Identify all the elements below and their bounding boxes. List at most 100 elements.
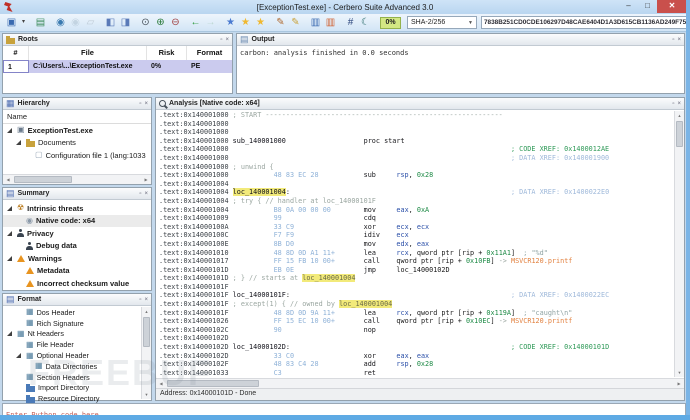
- tree-item[interactable]: Privacy: [3, 227, 151, 240]
- scroll-up-icon[interactable]: ▲: [142, 307, 151, 316]
- float-panel-icon[interactable]: ▫: [139, 99, 141, 109]
- scroll-thumb[interactable]: [167, 380, 259, 387]
- expander-icon[interactable]: [7, 331, 12, 337]
- roots-panel-header[interactable]: Roots ▫ ×: [3, 34, 232, 46]
- format-panel-header[interactable]: ▤ Format ▫ ×: [3, 294, 151, 306]
- tree-item[interactable]: ▦ Nt Headers: [3, 329, 141, 340]
- tree-item[interactable]: Import Directory: [3, 383, 141, 394]
- disasm-line[interactable]: .text:0x140001004 ; try { // handler at …: [159, 197, 673, 206]
- carbon-icon[interactable]: ☾: [359, 16, 372, 29]
- search-minus-icon[interactable]: ⊖: [169, 16, 182, 29]
- expander-icon[interactable]: [16, 140, 21, 146]
- disasm-line[interactable]: .text:0x14000102D loc_14000102D: ; CODE …: [159, 343, 673, 352]
- expander-icon[interactable]: [7, 205, 12, 211]
- hierarchy-hscrollbar[interactable]: ◀ ▶: [3, 174, 151, 184]
- tree-item[interactable]: Warnings: [3, 252, 151, 265]
- float-panel-icon[interactable]: ▫: [672, 99, 674, 109]
- disasm-line[interactable]: .text:0x140001033 C3 ret: [159, 369, 673, 377]
- disasm-line[interactable]: .text:0x140001010 48 8D 0D A1 11+ lea rc…: [159, 249, 673, 258]
- scroll-track[interactable]: [13, 175, 141, 184]
- tree-item[interactable]: ▦ Optional Header: [3, 350, 141, 361]
- disasm-line[interactable]: .text:0x14000101F: [159, 283, 673, 292]
- disasm-line[interactable]: .text:0x14000100A 33 C9 xor ecx, ecx: [159, 223, 673, 232]
- analysis-hscrollbar[interactable]: ◀ ▶: [156, 378, 684, 388]
- save-icon[interactable]: ▣: [5, 16, 18, 29]
- col-format[interactable]: Format: [187, 46, 232, 60]
- format-vscrollbar[interactable]: ▲ ▼: [141, 307, 151, 399]
- close-button[interactable]: ✕: [657, 0, 687, 13]
- disasm-line[interactable]: .text:0x14000102F 48 83 C4 28 add rsp, 0…: [159, 360, 673, 369]
- hierarchy-column-header[interactable]: Name: [3, 110, 151, 124]
- disasm-line[interactable]: .text:0x140001004 loc_140001004: ; DATA …: [159, 188, 673, 197]
- col-risk[interactable]: Risk: [147, 46, 187, 60]
- entry-points-icon[interactable]: #: [344, 16, 357, 29]
- report-icon[interactable]: ▤: [34, 16, 47, 29]
- disasm-line[interactable]: .text:0x14000102D 33 C0 xor eax, eax: [159, 352, 673, 361]
- scroll-track[interactable]: [142, 316, 151, 390]
- disasm-line[interactable]: .text:0x140001000 48 83 EC 28 sub rsp, 0…: [159, 171, 673, 180]
- disasm-line[interactable]: .text:0x140001000 ; START --------------…: [159, 111, 673, 120]
- save-caret-icon[interactable]: ▾: [20, 16, 27, 29]
- bookmark-blue-icon[interactable]: ★: [224, 16, 237, 29]
- disasm-line[interactable]: .text:0x140001009 99 cdq: [159, 214, 673, 223]
- disasm-line[interactable]: .text:0x14000100C F7 F9 idiv ecx: [159, 231, 673, 240]
- tree-item[interactable]: ☢ Intrinsic threats: [3, 202, 151, 215]
- disasm-line[interactable]: .text:0x140001017 FF 15 FB 10 00+ call q…: [159, 257, 673, 266]
- tree-item[interactable]: Incorrect checksum value: [3, 277, 151, 290]
- disasm-line[interactable]: .text:0x14000100E 8B D0 mov edx, eax: [159, 240, 673, 249]
- tree-item[interactable]: ▢ Configuration file 1 (lang:1033: [3, 149, 151, 162]
- tree-item[interactable]: ▣ ExceptionTest.exe: [3, 124, 151, 137]
- maximize-button[interactable]: □: [638, 0, 657, 13]
- close-panel-icon[interactable]: ×: [677, 35, 681, 45]
- chart-alt-icon[interactable]: ▥: [324, 16, 337, 29]
- disasm-line[interactable]: .text:0x140001004 B8 0A 00 00 00 mov eax…: [159, 206, 673, 215]
- disasm-line[interactable]: .text:0x140001000: [159, 128, 673, 137]
- close-panel-icon[interactable]: ×: [677, 99, 681, 109]
- panel-left-icon[interactable]: ◧: [104, 16, 117, 29]
- float-panel-icon[interactable]: ▫: [220, 35, 222, 45]
- bookmark-icon[interactable]: ★: [239, 16, 252, 29]
- disasm-line[interactable]: .text:0x14000102D: [159, 334, 673, 343]
- disasm-line[interactable]: .text:0x14000101D EB 0E jmp loc_14000102…: [159, 266, 673, 275]
- expander-icon[interactable]: [7, 255, 12, 261]
- highlight-icon[interactable]: ✎: [274, 16, 287, 29]
- scroll-left-icon[interactable]: ◀: [3, 177, 13, 182]
- disasm-line[interactable]: .text:0x140001000 ; DATA XREF: 0x1400019…: [159, 154, 673, 163]
- hash-algo-select[interactable]: SHA-2/256 ▼: [407, 16, 477, 29]
- expander-icon[interactable]: [7, 230, 12, 236]
- scroll-down-icon[interactable]: ▼: [675, 368, 684, 377]
- close-panel-icon[interactable]: ×: [144, 99, 148, 109]
- scroll-right-icon[interactable]: ▶: [141, 177, 151, 182]
- scroll-thumb[interactable]: [676, 121, 683, 147]
- chart-icon[interactable]: ▥: [309, 16, 322, 29]
- tree-item[interactable]: ▦ Data Directories: [3, 361, 141, 372]
- tree-item[interactable]: ◉ Native code: x64: [3, 214, 151, 227]
- disasm-line[interactable]: .text:0x140001004: [159, 180, 673, 189]
- tree-item[interactable]: ▦ File Header: [3, 339, 141, 350]
- float-panel-icon[interactable]: ▫: [139, 295, 141, 305]
- summary-panel-header[interactable]: ▤ Summary ▫ ×: [3, 188, 151, 200]
- search-icon[interactable]: ⊙: [139, 16, 152, 29]
- scan-muted-icon[interactable]: ◉: [69, 16, 82, 29]
- scroll-right-icon[interactable]: ▶: [674, 381, 684, 386]
- scroll-thumb[interactable]: [143, 317, 150, 347]
- float-panel-icon[interactable]: ▫: [139, 189, 141, 199]
- disasm-line[interactable]: .text:0x140001000 ; unwind {: [159, 163, 673, 172]
- back-icon[interactable]: ←: [189, 16, 202, 29]
- expander-icon[interactable]: [16, 353, 21, 359]
- tree-item[interactable]: ▦ Dos Header: [3, 307, 141, 318]
- scroll-track[interactable]: [675, 120, 684, 368]
- bookmark-alt-icon[interactable]: ★: [254, 16, 267, 29]
- tree-item[interactable]: ▦ Section Headers: [3, 372, 141, 383]
- close-panel-icon[interactable]: ×: [144, 295, 148, 305]
- disasm-line[interactable]: .text:0x140001026 FF 15 EC 10 00+ call q…: [159, 317, 673, 326]
- tree-item[interactable]: Metadata: [3, 265, 151, 278]
- scroll-left-icon[interactable]: ◀: [156, 381, 166, 386]
- disasm-line[interactable]: .text:0x14000101D ; } // starts at loc_1…: [159, 274, 673, 283]
- analysis-panel-header[interactable]: Analysis [Native code: x64] ▫ ×: [156, 98, 684, 110]
- tree-item[interactable]: Debug data: [3, 240, 151, 253]
- output-panel-header[interactable]: ▤ Output ▫ ×: [237, 34, 684, 46]
- roots-row[interactable]: 1 C:\Users\...\ExceptionTest.exe 0% PE: [3, 60, 232, 73]
- search-plus-icon[interactable]: ⊕: [154, 16, 167, 29]
- analysis-vscrollbar[interactable]: ▲ ▼: [674, 111, 684, 377]
